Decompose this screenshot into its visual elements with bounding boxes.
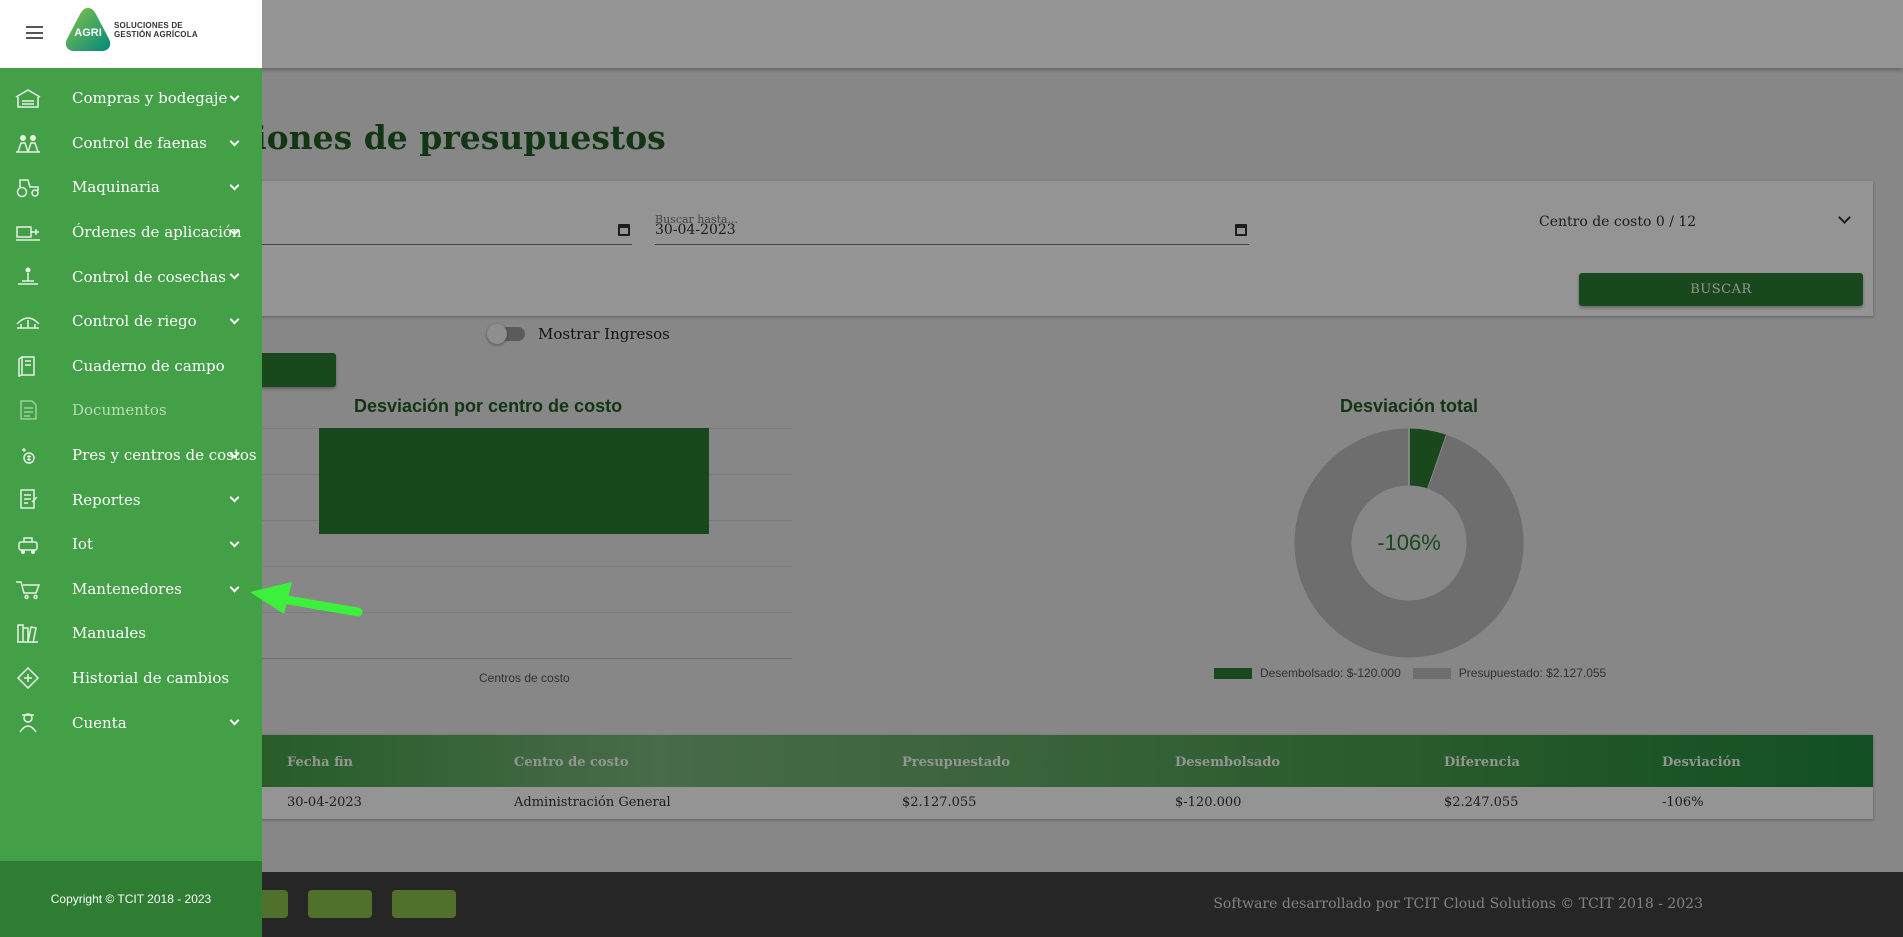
menu-item-maquinaria[interactable]: Maquinaria — [0, 165, 262, 210]
menu-item-riego[interactable]: Control de riego — [0, 299, 262, 344]
chevron-down-icon[interactable] — [229, 492, 240, 503]
chevron-down-icon[interactable] — [229, 91, 240, 102]
chevron-down-icon[interactable] — [229, 136, 240, 147]
menu-item-label: Mantenedores — [72, 579, 182, 598]
navigation-drawer: AGRI SOLUCIONES DE GESTIÓN AGRÍCOLA Comp… — [0, 0, 262, 937]
menu-item-label: Pres y centros de costos — [72, 446, 257, 465]
menu-item-label: Iot — [72, 535, 93, 554]
menu-item-ordenes[interactable]: Órdenes de aplicación — [0, 210, 262, 255]
menu-item-label: Cuenta — [72, 713, 127, 732]
menu-item-label: Historial de cambios — [72, 669, 230, 688]
menu-item-faenas[interactable]: Control de faenas — [0, 121, 262, 166]
irrigation-icon — [16, 317, 40, 329]
menu-item-manuales[interactable]: Manuales — [0, 611, 262, 656]
menu-item-mantenedores[interactable]: Mantenedores — [0, 567, 262, 612]
history-icon — [16, 666, 40, 689]
chevron-down-icon[interactable] — [229, 180, 240, 191]
drawer-footer: Copyright © TCIT 2018 - 2023 — [0, 861, 262, 937]
drawer-menu: Compras y bodegaje Control de faenas Maq… — [0, 76, 262, 745]
drawer-overlay[interactable] — [0, 0, 1903, 937]
sprayer-icon — [16, 226, 40, 241]
menu-item-label: Control de riego — [72, 312, 197, 331]
menu-item-cuenta[interactable]: Cuenta — [0, 700, 262, 745]
manuals-icon — [17, 624, 38, 644]
annotation-arrow-icon — [250, 582, 363, 617]
menu-item-label: Documentos — [72, 401, 167, 420]
tractor-icon — [16, 179, 39, 198]
logo-text: SOLUCIONES DE GESTIÓN AGRÍCOLA — [114, 21, 198, 39]
menu-item-label: Compras y bodegaje — [72, 89, 228, 108]
account-icon — [19, 713, 37, 733]
copyright-text: Copyright © TCIT 2018 - 2023 — [50, 892, 212, 906]
iot-icon — [18, 537, 38, 554]
menu-item-compras[interactable]: Compras y bodegaje — [0, 76, 262, 121]
logo-text-line: SOLUCIONES DE — [114, 21, 183, 30]
chevron-down-icon[interactable] — [229, 537, 240, 548]
logo-mark-text: AGRI — [74, 27, 102, 39]
menu-item-label: Maquinaria — [72, 178, 160, 197]
agri-logo[interactable]: AGRI — [64, 6, 112, 53]
notebook-icon — [18, 355, 35, 377]
menu-item-label: Control de cosechas — [72, 267, 226, 286]
menu-item-label: Órdenes de aplicación — [72, 223, 242, 242]
warehouse-icon — [15, 89, 41, 108]
documents-icon — [20, 400, 37, 420]
menu-item-reportes[interactable]: Reportes — [0, 477, 262, 522]
maintainers-icon — [16, 580, 41, 599]
menu-item-historial[interactable]: Historial de cambios — [0, 656, 262, 701]
workers-icon — [16, 134, 40, 153]
menu-item-presupuestos[interactable]: Pres y centros de costos — [0, 433, 262, 478]
menu-item-documentos[interactable]: Documentos — [0, 388, 262, 433]
menu-item-label: Manuales — [72, 624, 146, 643]
menu-item-iot[interactable]: Iot — [0, 522, 262, 567]
menu-item-label: Control de faenas — [72, 133, 207, 152]
drawer-header: AGRI SOLUCIONES DE GESTIÓN AGRÍCOLA — [0, 0, 262, 68]
chevron-down-icon[interactable] — [229, 269, 240, 280]
reports-icon — [20, 489, 38, 510]
logo-text-line: GESTIÓN AGRÍCOLA — [114, 30, 198, 39]
menu-item-label: Reportes — [72, 490, 141, 509]
harvest-icon — [18, 267, 38, 286]
menu-icon[interactable] — [26, 26, 43, 39]
chevron-down-icon[interactable] — [229, 314, 240, 325]
budget-icon — [22, 447, 35, 464]
chevron-down-icon[interactable] — [229, 715, 240, 726]
menu-item-cuaderno[interactable]: Cuaderno de campo — [0, 344, 262, 389]
chevron-down-icon[interactable] — [229, 582, 240, 592]
menu-item-cosechas[interactable]: Control de cosechas — [0, 254, 262, 299]
menu-item-label: Cuaderno de campo — [72, 356, 225, 375]
